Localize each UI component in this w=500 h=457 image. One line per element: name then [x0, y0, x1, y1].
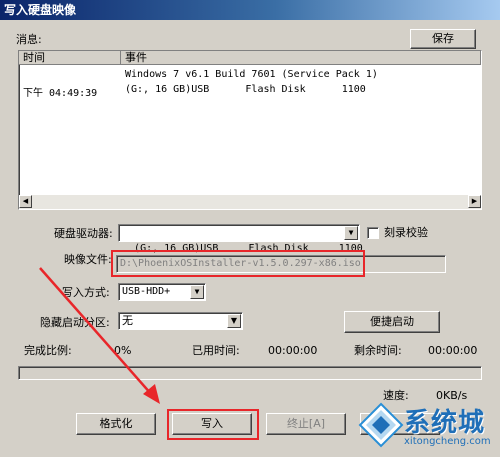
- watermark-url: xitongcheng.com: [404, 436, 491, 447]
- red-arrow-icon: [39, 267, 160, 404]
- diamond-logo-icon: [358, 402, 404, 448]
- watermark-logo: 系统城 xitongcheng.com: [356, 392, 496, 454]
- watermark-brand: 系统城: [404, 408, 486, 438]
